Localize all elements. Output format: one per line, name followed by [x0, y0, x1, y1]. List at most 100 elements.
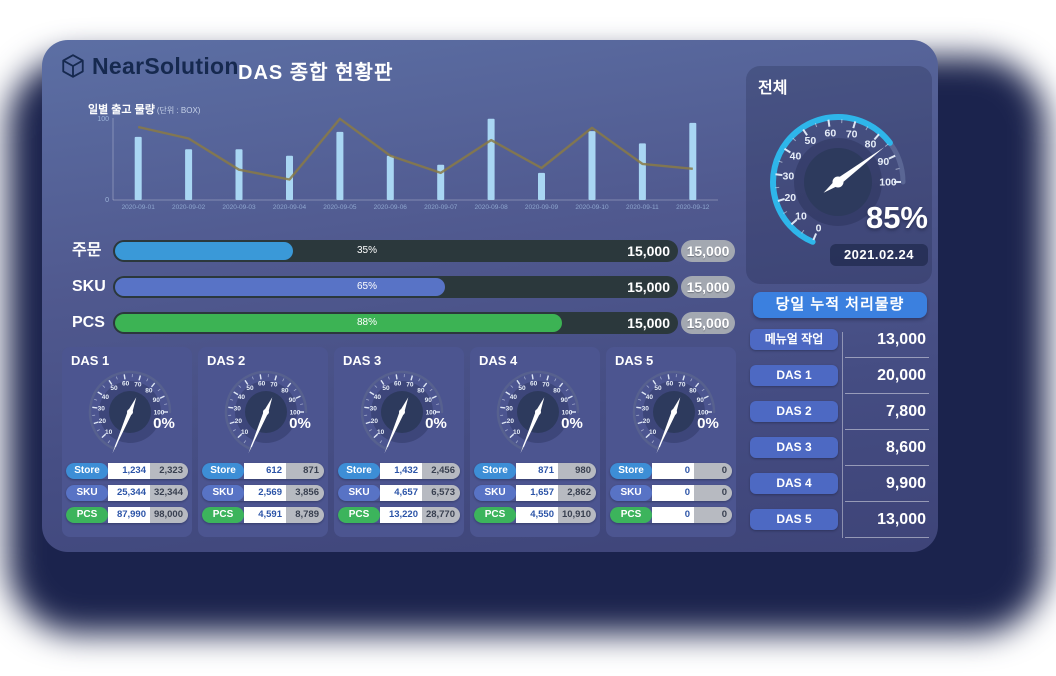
daily-row-value: 9,900 — [885, 475, 926, 492]
svg-text:2020-09-04: 2020-09-04 — [273, 204, 307, 211]
daily-row-value: 20,000 — [877, 367, 926, 384]
das-stat-label: PCS — [338, 507, 380, 523]
das-panel-2: DAS 2 10 20 30 40 50 60 70 80 90 100 0% Store 612 871 S… — [198, 347, 328, 537]
das-stat-total: 871 — [286, 463, 324, 479]
svg-text:20: 20 — [784, 192, 796, 204]
daily-row-underline — [845, 393, 929, 394]
das-stat-current: 2,569 — [244, 485, 286, 501]
daily-row-value: 13,000 — [877, 511, 926, 528]
daily-row-label: DAS 2 — [750, 401, 838, 422]
daily-row-underline — [845, 537, 929, 538]
svg-text:90: 90 — [561, 397, 569, 404]
svg-text:30: 30 — [98, 406, 106, 413]
svg-text:30: 30 — [506, 406, 514, 413]
svg-text:60: 60 — [530, 381, 538, 388]
page: NearSolution DAS 종합 현황판 일별 출고 물량 (단위 : BO… — [0, 0, 1056, 676]
das-stat-current: 612 — [244, 463, 286, 479]
das-stat-row-sku: SKU 4,657 6,573 — [338, 485, 460, 501]
progress-track: 35% 15,000 — [113, 240, 678, 262]
das-stat-total: 10,910 — [558, 507, 596, 523]
das-stat-row-sku: SKU 1,657 2,862 — [474, 485, 596, 501]
svg-text:40: 40 — [646, 394, 654, 401]
progress-value: 15,000 — [627, 315, 670, 331]
svg-text:40: 40 — [238, 394, 246, 401]
progress-label: PCS — [72, 314, 105, 331]
progress-total: 15,000 — [681, 312, 735, 334]
svg-text:50: 50 — [246, 385, 254, 392]
das-stat-total: 2,456 — [422, 463, 460, 479]
svg-text:60: 60 — [394, 381, 402, 388]
das-gauge-percent: 0% — [289, 415, 311, 432]
das-stat-label: PCS — [66, 507, 108, 523]
overall-percent: 85% — [865, 200, 928, 235]
svg-text:70: 70 — [846, 129, 858, 141]
daily-row-label: DAS 4 — [750, 473, 838, 494]
das-stat-current: 1,657 — [516, 485, 558, 501]
das-gauge-percent: 0% — [697, 415, 719, 432]
progress-track: 65% 15,000 — [113, 276, 678, 298]
svg-text:90: 90 — [153, 397, 161, 404]
das-gauge-percent: 0% — [153, 415, 175, 432]
progress-percent: 65% — [356, 281, 377, 292]
svg-text:70: 70 — [542, 381, 550, 388]
svg-text:30: 30 — [783, 171, 795, 183]
das-stat-label: SKU — [474, 485, 516, 501]
das-panel-title: DAS 4 — [479, 353, 518, 368]
svg-text:40: 40 — [510, 394, 518, 401]
svg-text:20: 20 — [235, 418, 243, 425]
svg-text:50: 50 — [805, 135, 817, 147]
nearsolution-logo-icon — [60, 53, 86, 79]
svg-text:60: 60 — [666, 381, 674, 388]
daily-row-underline — [845, 357, 929, 358]
das-stat-row-sku: SKU 0 0 — [610, 485, 732, 501]
das-panel-title: DAS 5 — [615, 353, 654, 368]
das-stat-current: 4,591 — [244, 507, 286, 523]
das-stat-total: 3,856 — [286, 485, 324, 501]
svg-text:60: 60 — [122, 381, 130, 388]
das-stat-total: 32,344 — [150, 485, 188, 501]
svg-text:2020-09-05: 2020-09-05 — [323, 204, 357, 211]
svg-text:80: 80 — [417, 387, 425, 394]
svg-text:30: 30 — [234, 406, 242, 413]
das-stat-row-store: Store 1,234 2,323 — [66, 463, 188, 479]
progress-label: SKU — [72, 278, 106, 295]
svg-text:20: 20 — [643, 418, 651, 425]
das-stat-total: 8,789 — [286, 507, 324, 523]
daily-row-label: DAS 5 — [750, 509, 838, 530]
das-stat-label: Store — [202, 463, 244, 479]
das-stat-label: SKU — [610, 485, 652, 501]
das-gauge-percent: 0% — [561, 415, 583, 432]
daily-row-underline — [845, 501, 929, 502]
svg-text:2020-09-11: 2020-09-11 — [626, 204, 659, 211]
daily-row-value: 7,800 — [885, 403, 926, 420]
das-stat-row-pcs: PCS 0 0 — [610, 507, 732, 523]
overall-date-badge: 2021.02.24 — [830, 244, 928, 266]
svg-text:2020-09-01: 2020-09-01 — [122, 204, 156, 211]
svg-text:90: 90 — [425, 397, 433, 404]
daily-row-label: DAS 3 — [750, 437, 838, 458]
svg-text:50: 50 — [110, 385, 118, 392]
svg-text:10: 10 — [105, 429, 113, 436]
svg-text:40: 40 — [790, 150, 802, 162]
das-stat-label: PCS — [610, 507, 652, 523]
das-stat-current: 871 — [516, 463, 558, 479]
das-stat-total: 0 — [694, 485, 732, 501]
svg-text:50: 50 — [654, 385, 662, 392]
svg-text:50: 50 — [518, 385, 526, 392]
das-stat-total: 2,323 — [150, 463, 188, 479]
das-stat-row-store: Store 612 871 — [202, 463, 324, 479]
svg-text:2020-09-07: 2020-09-07 — [424, 204, 458, 211]
das-stat-current: 4,657 — [380, 485, 422, 501]
svg-text:2020-09-08: 2020-09-08 — [474, 204, 508, 211]
progress-total: 15,000 — [681, 276, 735, 298]
das-stat-current: 87,990 — [108, 507, 150, 523]
das-stat-label: Store — [474, 463, 516, 479]
progress-value: 15,000 — [627, 243, 670, 259]
svg-text:80: 80 — [865, 139, 877, 151]
svg-text:20: 20 — [507, 418, 515, 425]
daily-total-header: 당일 누적 처리물량 — [753, 292, 927, 318]
progress-label: 주문 — [72, 242, 102, 259]
das-stat-row-sku: SKU 25,344 32,344 — [66, 485, 188, 501]
das-stat-current: 25,344 — [108, 485, 150, 501]
svg-text:90: 90 — [878, 156, 890, 168]
